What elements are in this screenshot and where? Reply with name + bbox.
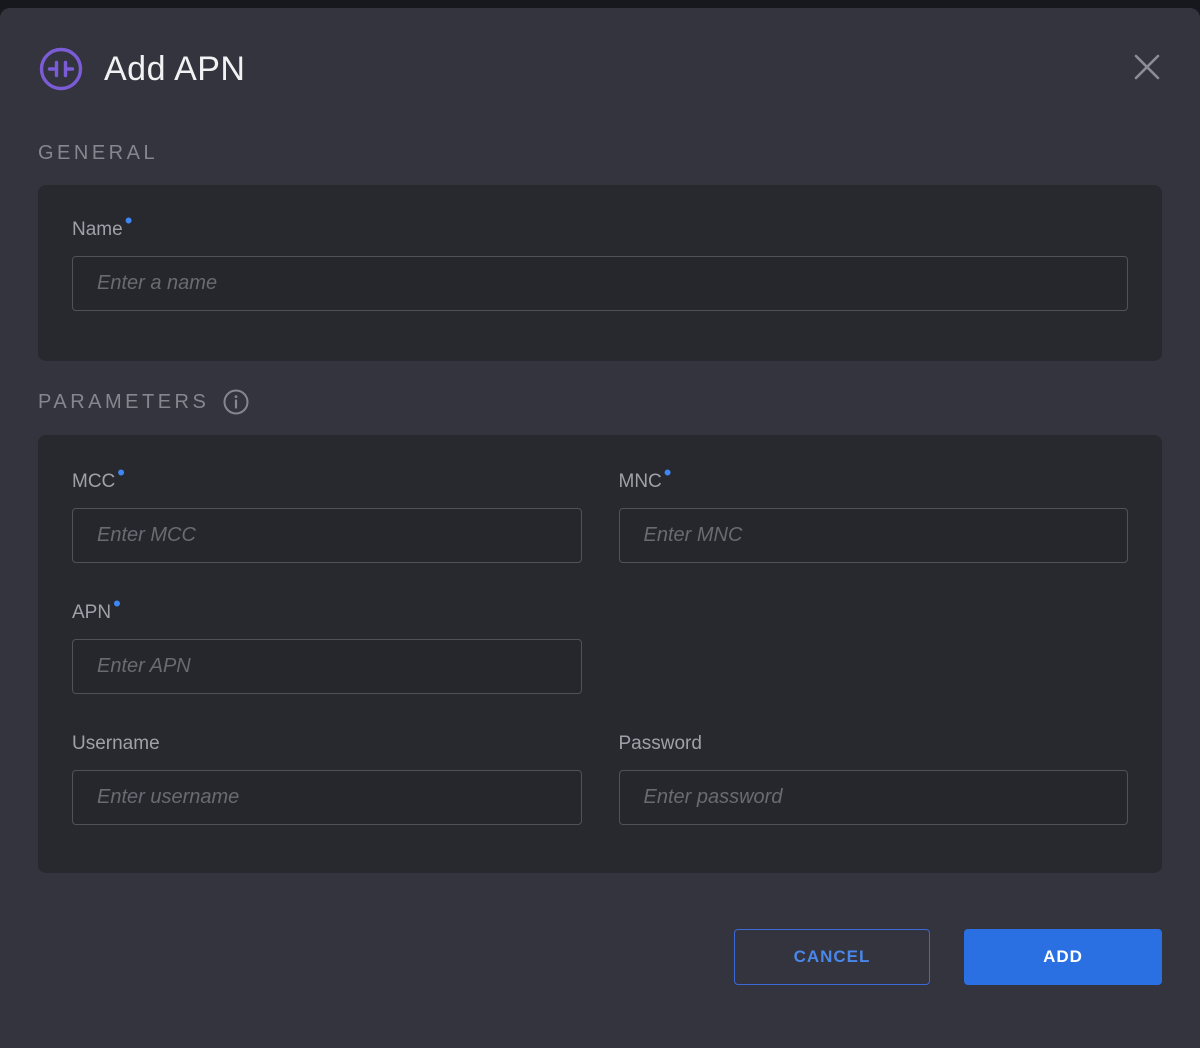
close-icon[interactable] xyxy=(1130,50,1164,84)
apn-field: APN• xyxy=(72,602,582,694)
username-label: Username xyxy=(72,733,582,755)
mnc-field: MNC• xyxy=(619,471,1129,563)
empty-grid-cell xyxy=(619,602,1129,694)
password-field: Password xyxy=(619,733,1129,825)
mcc-label: MCC• xyxy=(72,471,582,493)
username-field: Username xyxy=(72,733,582,825)
mnc-input[interactable] xyxy=(619,508,1129,563)
add-apn-dialog: Add APN GENERAL Name• PARAMETERS xyxy=(0,8,1200,1048)
dialog-title: Add APN xyxy=(104,50,245,89)
required-dot: • xyxy=(125,208,133,233)
required-dot: • xyxy=(113,591,121,616)
info-icon[interactable] xyxy=(223,389,249,415)
general-panel: Name• xyxy=(38,185,1162,361)
password-input[interactable] xyxy=(619,770,1129,825)
username-input[interactable] xyxy=(72,770,582,825)
dialog-footer: CANCEL ADD xyxy=(38,929,1162,985)
section-parameters: PARAMETERS xyxy=(38,389,1162,415)
parameters-panel: MCC• MNC• APN• Username Password xyxy=(38,435,1162,873)
name-label: Name• xyxy=(72,219,1128,241)
dialog-header: Add APN xyxy=(38,8,1162,92)
cancel-button[interactable]: CANCEL xyxy=(734,929,930,985)
mcc-field: MCC• xyxy=(72,471,582,563)
apn-label: APN• xyxy=(72,602,582,624)
section-general-label: GENERAL xyxy=(38,142,158,165)
name-field: Name• xyxy=(72,219,1128,311)
required-dot: • xyxy=(117,460,125,485)
mnc-label: MNC• xyxy=(619,471,1129,493)
add-button[interactable]: ADD xyxy=(964,929,1162,985)
apn-connection-icon xyxy=(38,46,84,92)
name-input[interactable] xyxy=(72,256,1128,311)
mcc-input[interactable] xyxy=(72,508,582,563)
section-general: GENERAL xyxy=(38,142,1162,165)
section-parameters-label: PARAMETERS xyxy=(38,391,209,414)
required-dot: • xyxy=(664,460,672,485)
password-label: Password xyxy=(619,733,1129,755)
apn-input[interactable] xyxy=(72,639,582,694)
